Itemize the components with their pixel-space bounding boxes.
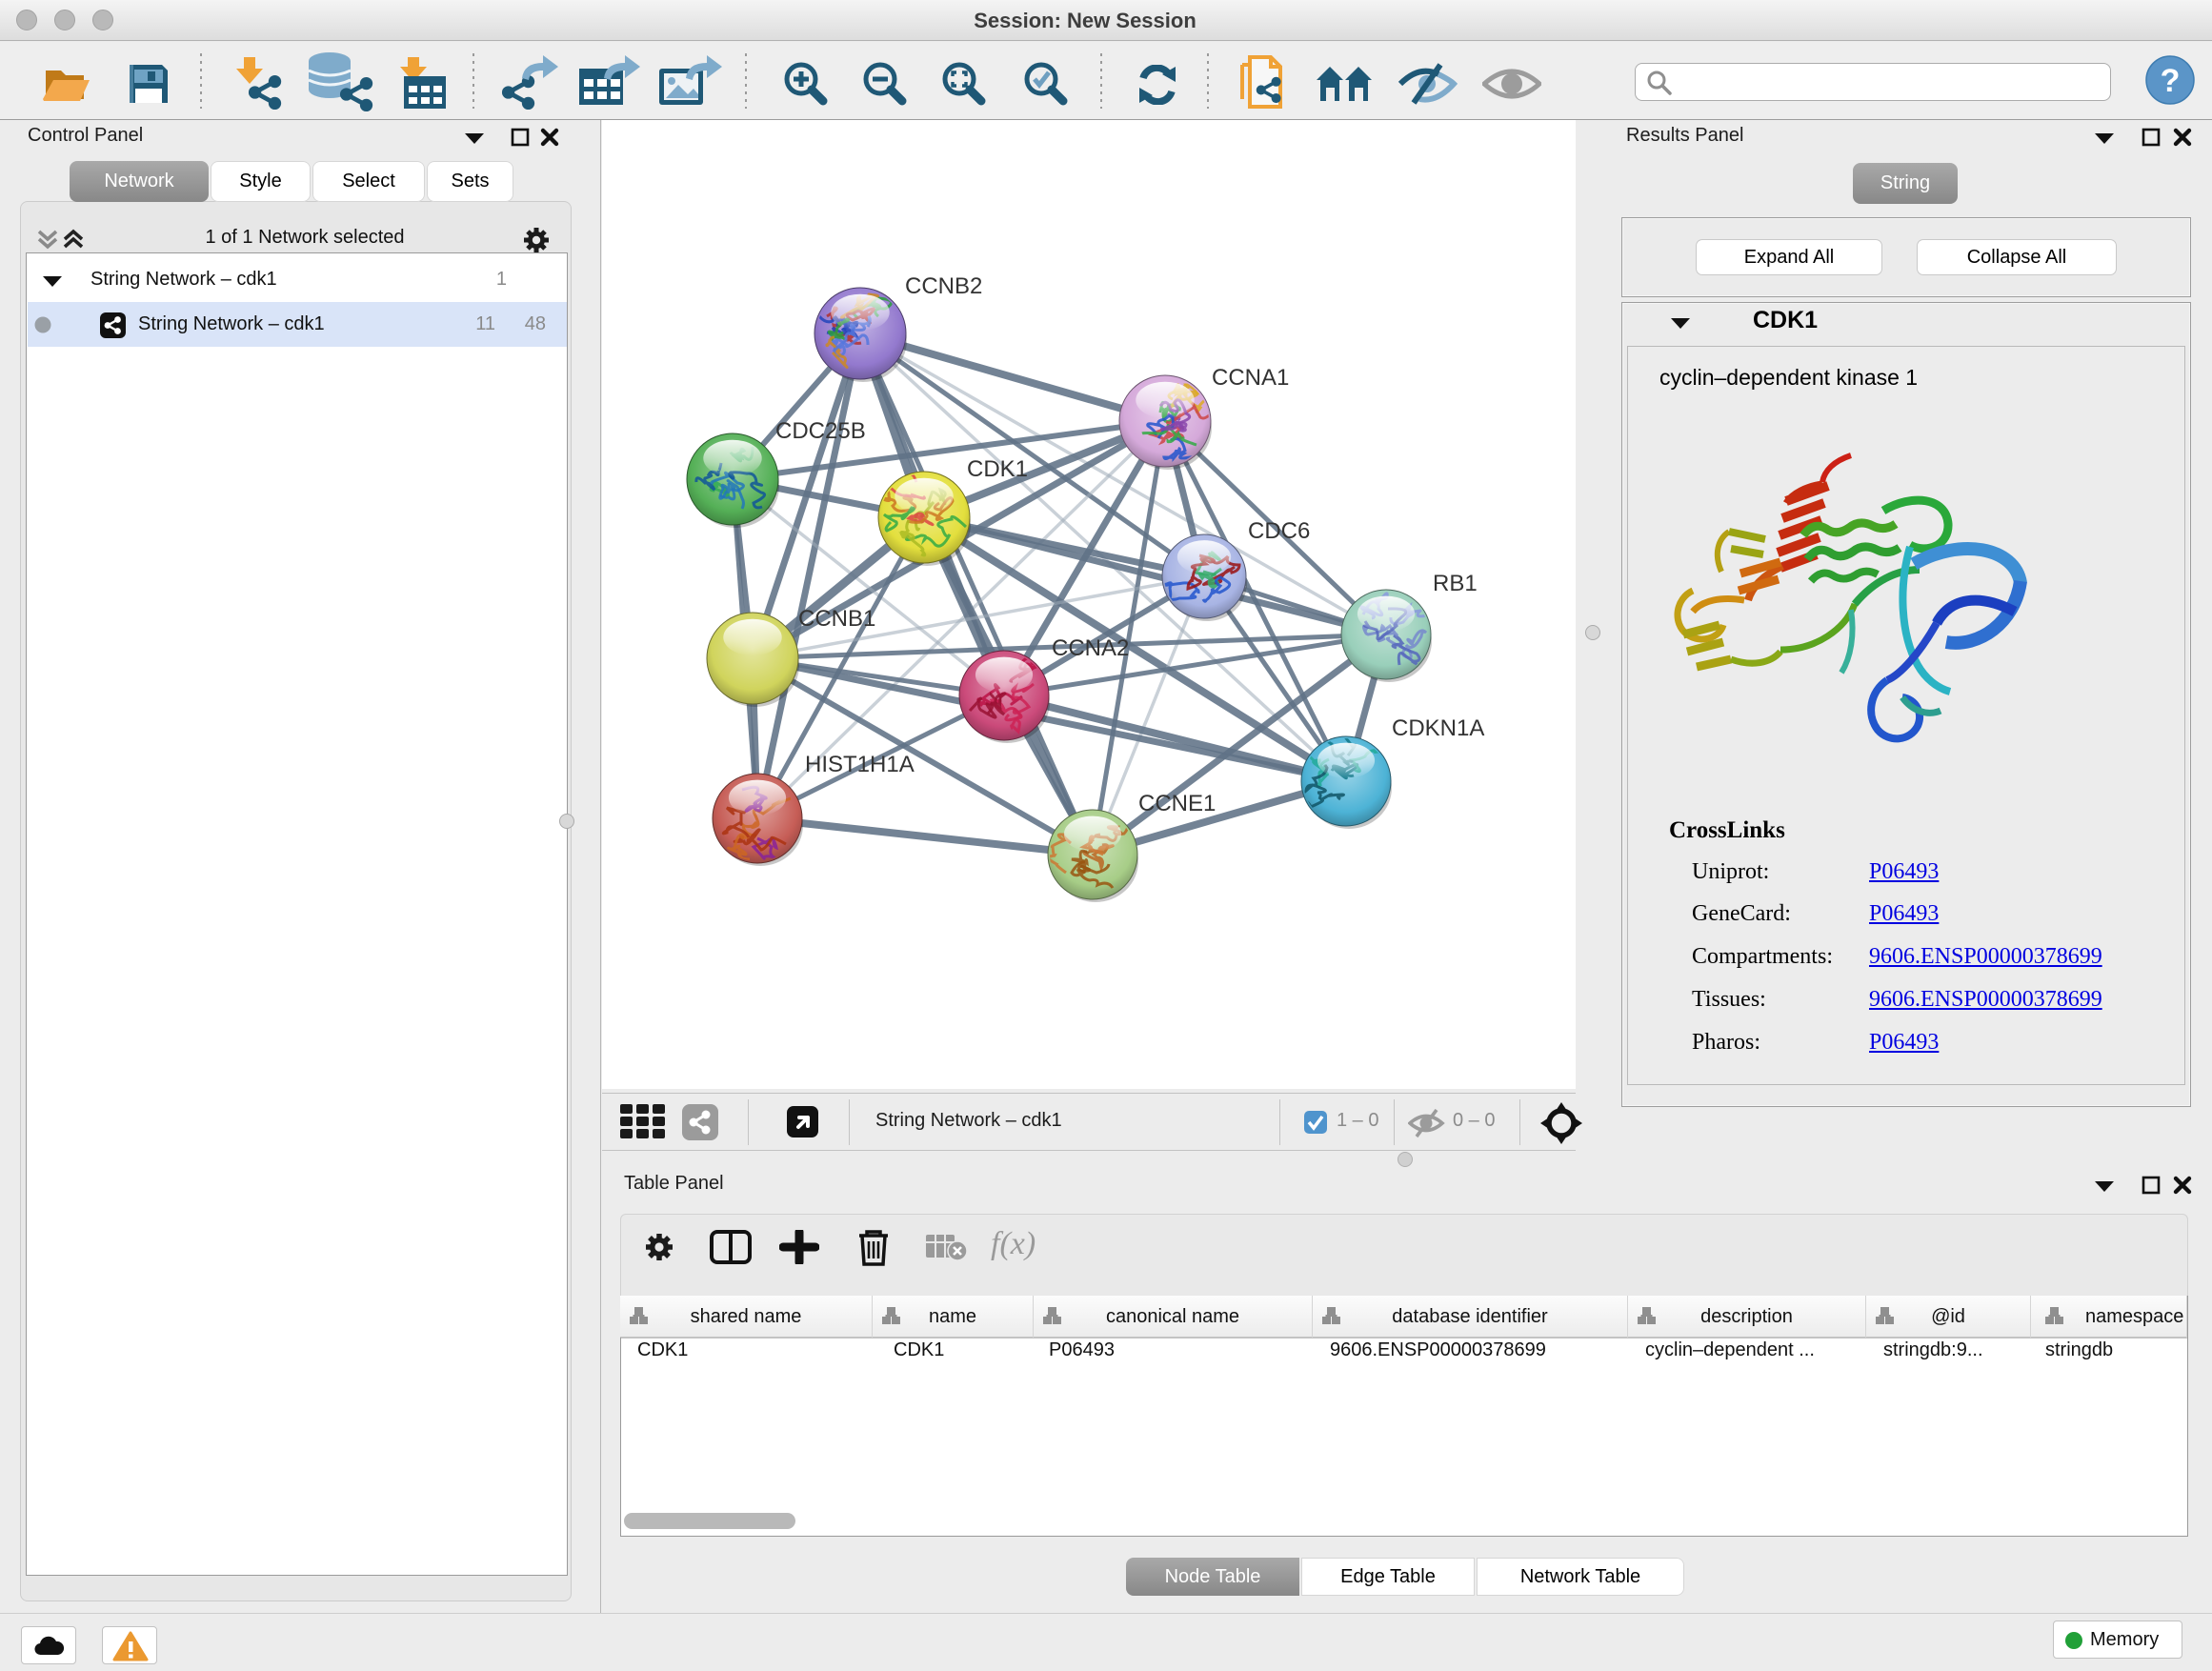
svg-text:CCNE1: CCNE1 [1138, 791, 1216, 816]
svg-text:?: ? [2161, 63, 2181, 99]
svg-text:HIST1H1A: HIST1H1A [805, 752, 915, 777]
svg-text:CCNA1: CCNA1 [1212, 365, 1289, 391]
svg-text:CCNB2: CCNB2 [905, 273, 982, 299]
svg-text:CDC25B: CDC25B [775, 418, 866, 444]
svg-text:CDC6: CDC6 [1248, 518, 1310, 544]
svg-text:CCNA2: CCNA2 [1052, 635, 1129, 661]
svg-text:CDKN1A: CDKN1A [1392, 715, 1484, 741]
svg-text:CDK1: CDK1 [967, 456, 1028, 482]
svg-text:CCNB1: CCNB1 [798, 606, 875, 632]
svg-text:RB1: RB1 [1433, 571, 1478, 596]
